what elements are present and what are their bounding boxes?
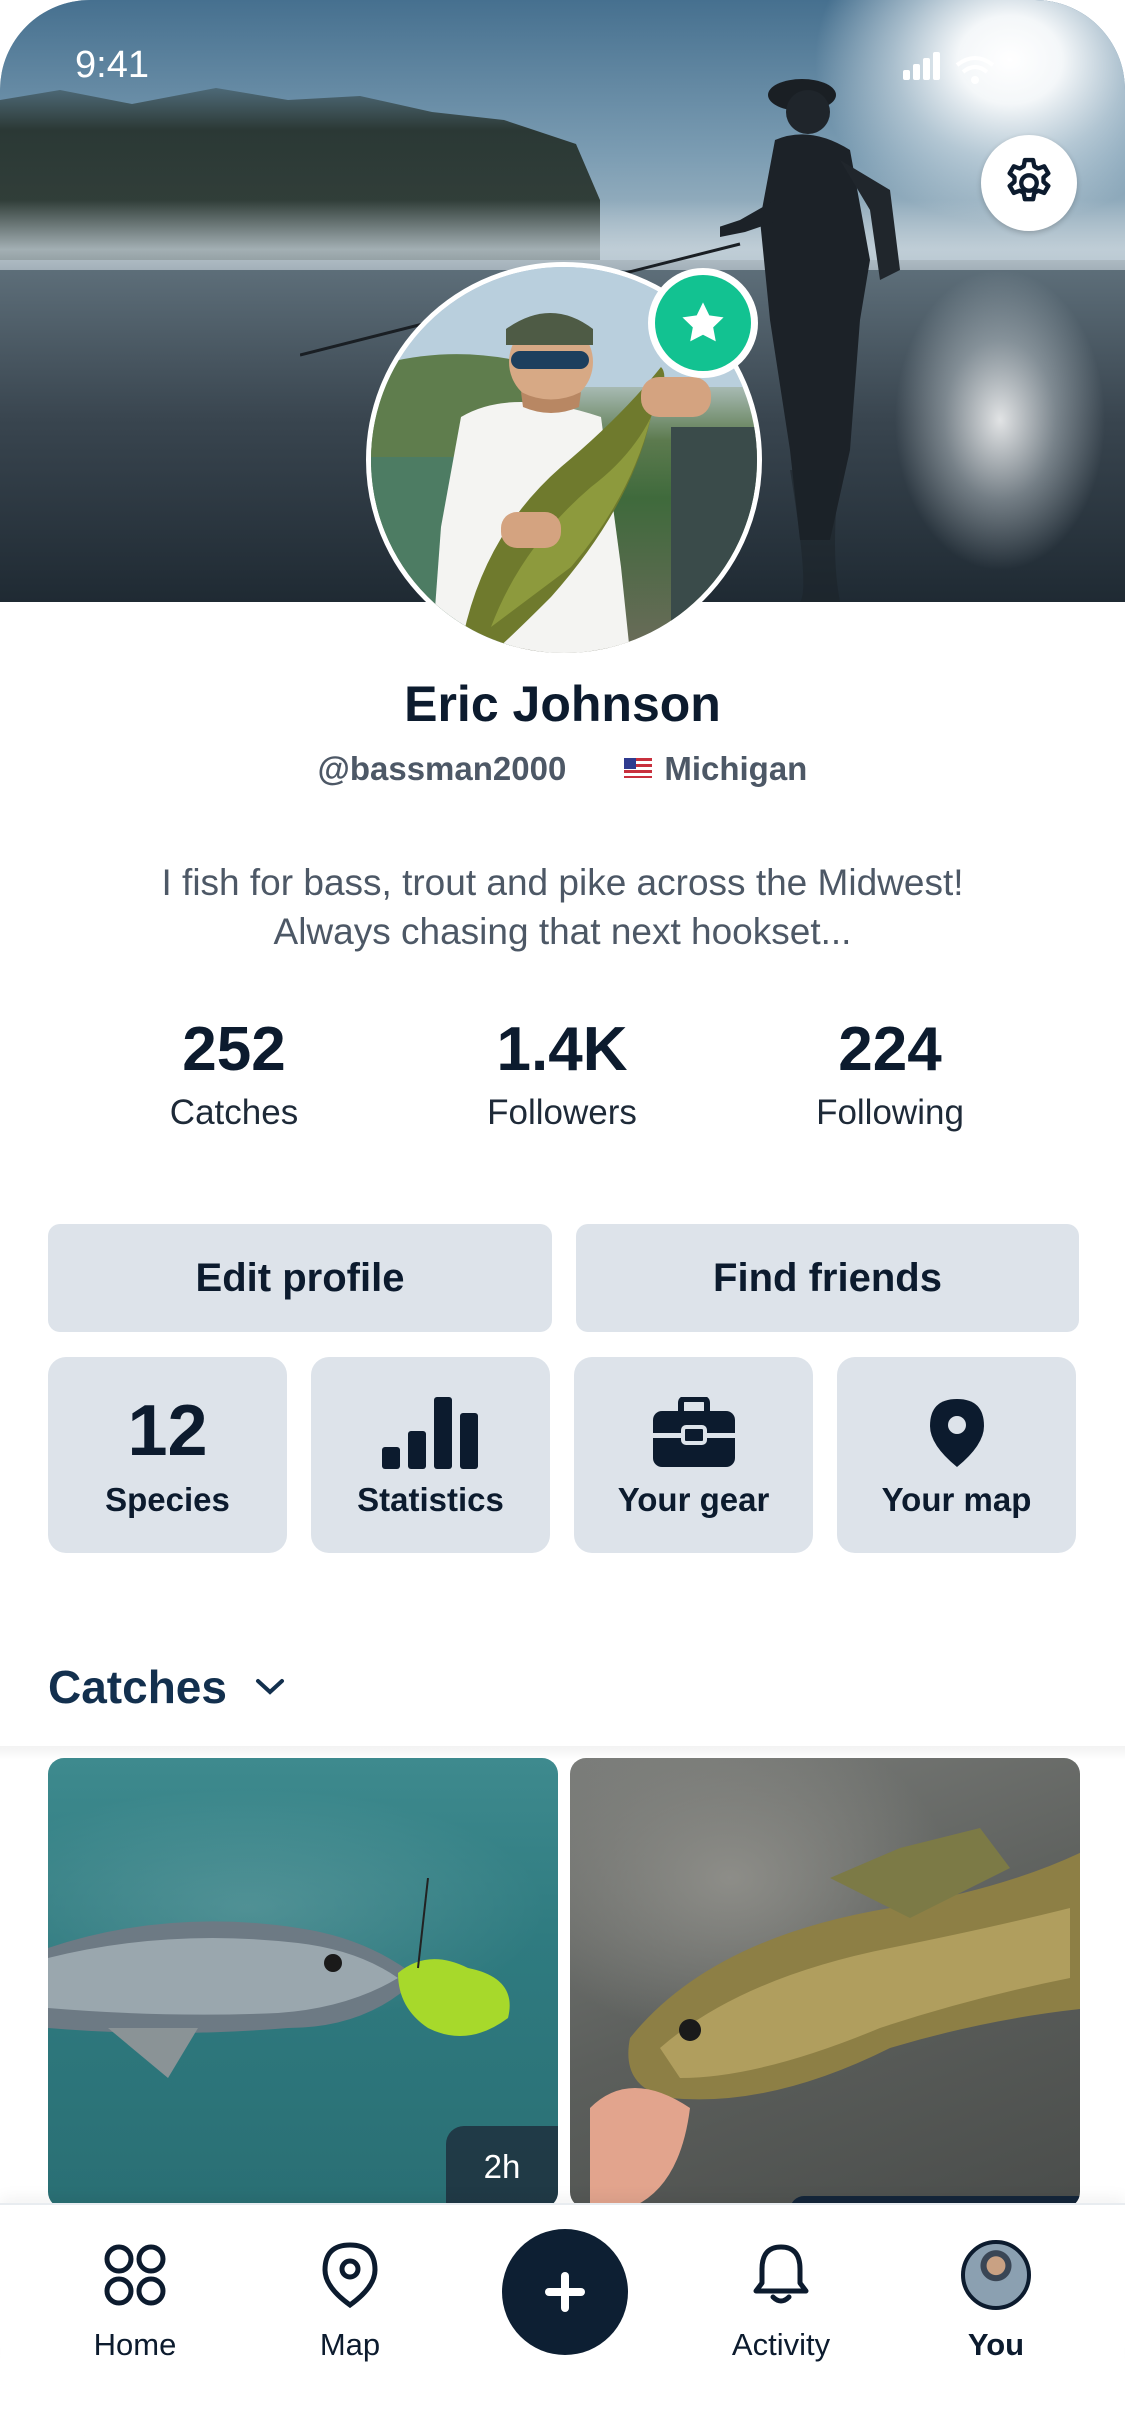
tab-activity[interactable]: Activity — [696, 2235, 866, 2363]
statistics-tile[interactable]: Statistics — [311, 1357, 550, 1553]
tab-map[interactable]: Map — [265, 2235, 435, 2363]
bar-chart-icon — [381, 1397, 478, 1469]
gear-tile[interactable]: Your gear — [574, 1357, 813, 1553]
map-pin-icon — [929, 1399, 984, 1467]
status-icons — [903, 52, 995, 85]
profile-meta: @bassman2000 Michigan — [0, 750, 1125, 788]
catch-card[interactable] — [570, 1758, 1080, 2208]
chevron-down-icon — [255, 1679, 284, 1695]
species-tile[interactable]: 12 Species — [48, 1357, 287, 1553]
profile-stats: 252 Catches 1.4K Followers 224 Following — [0, 1015, 1125, 1135]
status-time: 9:41 — [75, 44, 149, 86]
bell-icon — [753, 2244, 809, 2304]
settings-button[interactable] — [981, 135, 1077, 231]
add-catch-button[interactable] — [502, 2229, 628, 2355]
pike-photo — [48, 1878, 510, 2078]
plus-icon — [545, 2272, 585, 2312]
tab-you[interactable]: You — [911, 2235, 1081, 2363]
stat-catches[interactable]: 252 Catches — [84, 1015, 384, 1133]
stat-following[interactable]: 224 Following — [740, 1015, 1040, 1133]
tab-home[interactable]: Home — [50, 2235, 220, 2363]
gear-icon — [1007, 157, 1051, 202]
pro-badge — [648, 268, 758, 378]
find-friends-button[interactable]: Find friends — [576, 1224, 1079, 1332]
edit-profile-button[interactable]: Edit profile — [48, 1224, 552, 1332]
catches-dropdown[interactable]: Catches — [48, 1660, 285, 1714]
map-tile[interactable]: Your map — [837, 1357, 1076, 1553]
profile-screen: 9:41 Eric Johnson @bassman2000 Michigan … — [0, 0, 1125, 2436]
smallmouth-bass-photo — [590, 1828, 1080, 2208]
profile-handle: @bassman2000 — [317, 750, 567, 787]
catches-title: Catches — [48, 1661, 227, 1713]
profile-location: Michigan — [624, 750, 807, 788]
catch-time-badge: 2h — [446, 2126, 558, 2208]
star-icon — [682, 302, 724, 342]
species-count: 12 — [127, 1391, 208, 1471]
tab-bar: Home Map Activity You — [0, 2203, 1125, 2436]
map-pin-outline-icon — [322, 2242, 378, 2308]
wifi-icon — [955, 56, 995, 84]
stat-followers[interactable]: 1.4K Followers — [412, 1015, 712, 1133]
toolbox-icon — [652, 1397, 735, 1467]
signal-icon — [903, 52, 943, 85]
catch-card[interactable]: 2h — [48, 1758, 558, 2208]
avatar — [961, 2240, 1031, 2310]
profile-bio: I fish for bass, trout and pike across t… — [161, 862, 964, 952]
home-grid-icon — [104, 2244, 166, 2306]
profile-name: Eric Johnson — [404, 676, 721, 732]
us-flag-icon — [624, 758, 653, 779]
